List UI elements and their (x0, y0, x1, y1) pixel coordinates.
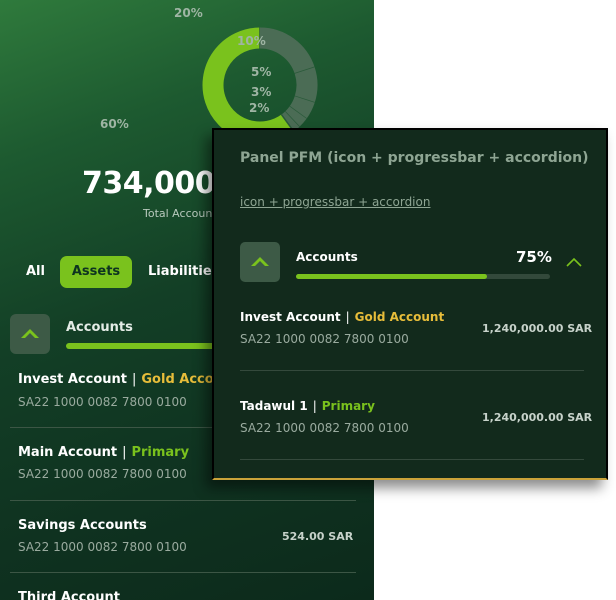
panel-subtitle-link[interactable]: icon + progressbar + accordion (240, 195, 430, 209)
donut-slice (281, 111, 300, 132)
percent-label-10: 10% (237, 34, 266, 48)
divider (10, 572, 356, 573)
account-title: Invest Account (18, 372, 127, 387)
total-balance-label: Total Accoun (143, 207, 213, 220)
pfm-panel: Panel PFM (icon + progressbar + accordio… (212, 128, 608, 480)
percent-label-60: 60% (100, 117, 129, 131)
divider (10, 500, 356, 501)
account-iban: SA22 1000 0082 7800 0100 (240, 421, 409, 435)
separator: | (312, 399, 317, 413)
account-name[interactable]: Tadawul 1 | Primary (240, 399, 375, 413)
donut-slice (284, 106, 307, 127)
chevron-up-icon (10, 314, 50, 354)
account-name[interactable]: Savings Accounts (18, 518, 147, 533)
account-amount: 1,240,000.00 SAR (482, 322, 593, 335)
progress-fill (296, 274, 487, 279)
tab-liabilities[interactable]: Liabilities (148, 256, 219, 288)
percent-label-3: 3% (251, 85, 272, 99)
separator: | (132, 372, 137, 387)
account-amount: 524.00 SAR (282, 530, 354, 543)
separator: | (345, 310, 350, 324)
separator: | (122, 445, 127, 460)
account-title: Main Account (18, 445, 118, 460)
account-tag: Primary (321, 399, 375, 413)
chevron-up-icon[interactable] (564, 254, 584, 268)
account-tag: Primary (131, 445, 190, 460)
account-name[interactable]: Main Account | Primary (18, 445, 189, 460)
account-iban: SA22 1000 0082 7800 0100 (240, 332, 409, 346)
account-iban: SA22 1000 0082 7800 0100 (18, 540, 187, 554)
percent-label-5: 5% (251, 65, 272, 79)
account-iban: SA22 1000 0082 7800 0100 (18, 395, 187, 409)
account-name[interactable]: Third Account (18, 590, 120, 600)
accordion-progress-bar (66, 343, 226, 349)
tab-assets[interactable]: Assets (60, 256, 132, 288)
account-iban: SA22 1000 0082 7800 0100 (18, 467, 187, 481)
chevron-up-icon (240, 242, 280, 282)
panel-title: Panel PFM (icon + progressbar + accordio… (240, 150, 589, 166)
donut-slice (294, 67, 318, 103)
accordion-progress-bar (296, 274, 550, 279)
divider (240, 370, 584, 371)
account-amount: 1,240,000.00 SAR (482, 411, 593, 424)
divider (240, 459, 584, 460)
accordion-title[interactable]: Accounts (296, 250, 358, 264)
percent-label-20: 20% (174, 6, 203, 20)
account-name[interactable]: Invest Account | Gold Accoun (18, 372, 232, 387)
tab-all[interactable]: All (26, 256, 45, 288)
accordion-title[interactable]: Accounts (66, 320, 133, 335)
accordion-percent: 75% (516, 248, 552, 266)
account-title: Invest Account (240, 310, 341, 324)
donut-slice (289, 95, 315, 119)
percent-label-2: 2% (249, 101, 270, 115)
account-title: Tadawul 1 (240, 399, 308, 413)
account-name[interactable]: Invest Account | Gold Account (240, 310, 444, 324)
account-tag: Gold Account (354, 310, 445, 324)
